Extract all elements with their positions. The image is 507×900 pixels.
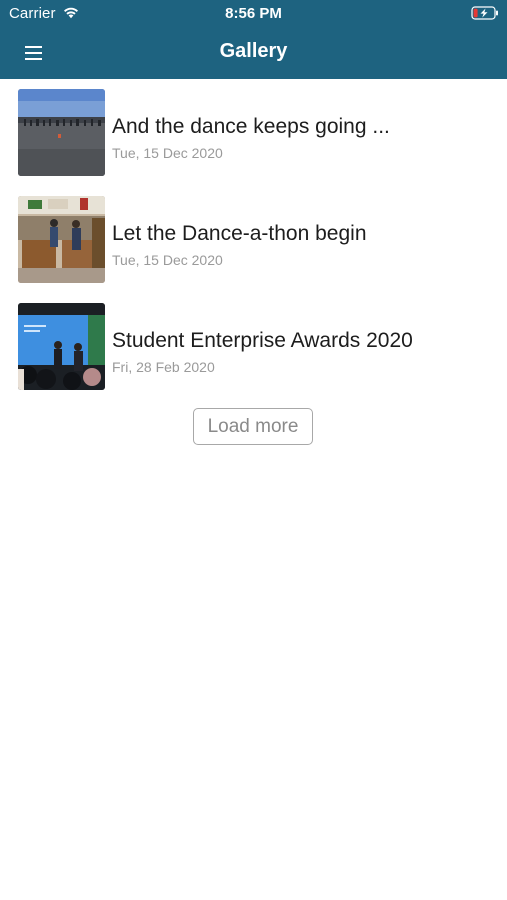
hamburger-menu-icon[interactable] — [22, 42, 46, 64]
status-bar: Carrier 8:56 PM — [0, 0, 507, 28]
gallery-item-title: Let the Dance-a-thon begin — [112, 222, 367, 245]
gallery-item[interactable]: And the dance keeps going ... Tue, 15 De… — [0, 79, 507, 176]
school-hall-photo — [18, 196, 105, 283]
gallery-item-date: Tue, 15 Dec 2020 — [112, 252, 223, 268]
status-time: 8:56 PM — [225, 5, 282, 22]
gallery-item-title: Student Enterprise Awards 2020 — [112, 329, 413, 352]
outdoor-playground-photo — [18, 89, 105, 176]
gallery-item[interactable]: Student Enterprise Awards 2020 Fri, 28 F… — [0, 293, 507, 390]
app-header: Carrier 8:56 PM Gallery — [0, 0, 507, 79]
awards-stage-photo — [18, 303, 105, 390]
gallery-item-date: Fri, 28 Feb 2020 — [112, 359, 215, 375]
load-more-button[interactable]: Load more — [193, 408, 313, 445]
gallery-item[interactable]: Let the Dance-a-thon begin Tue, 15 Dec 2… — [0, 186, 507, 283]
gallery-item-date: Tue, 15 Dec 2020 — [112, 145, 223, 161]
page-title: Gallery — [219, 40, 288, 62]
navigation-bar: Gallery — [0, 28, 507, 79]
battery-charging-icon — [471, 6, 498, 20]
gallery-item-title: And the dance keeps going ... — [112, 115, 390, 138]
